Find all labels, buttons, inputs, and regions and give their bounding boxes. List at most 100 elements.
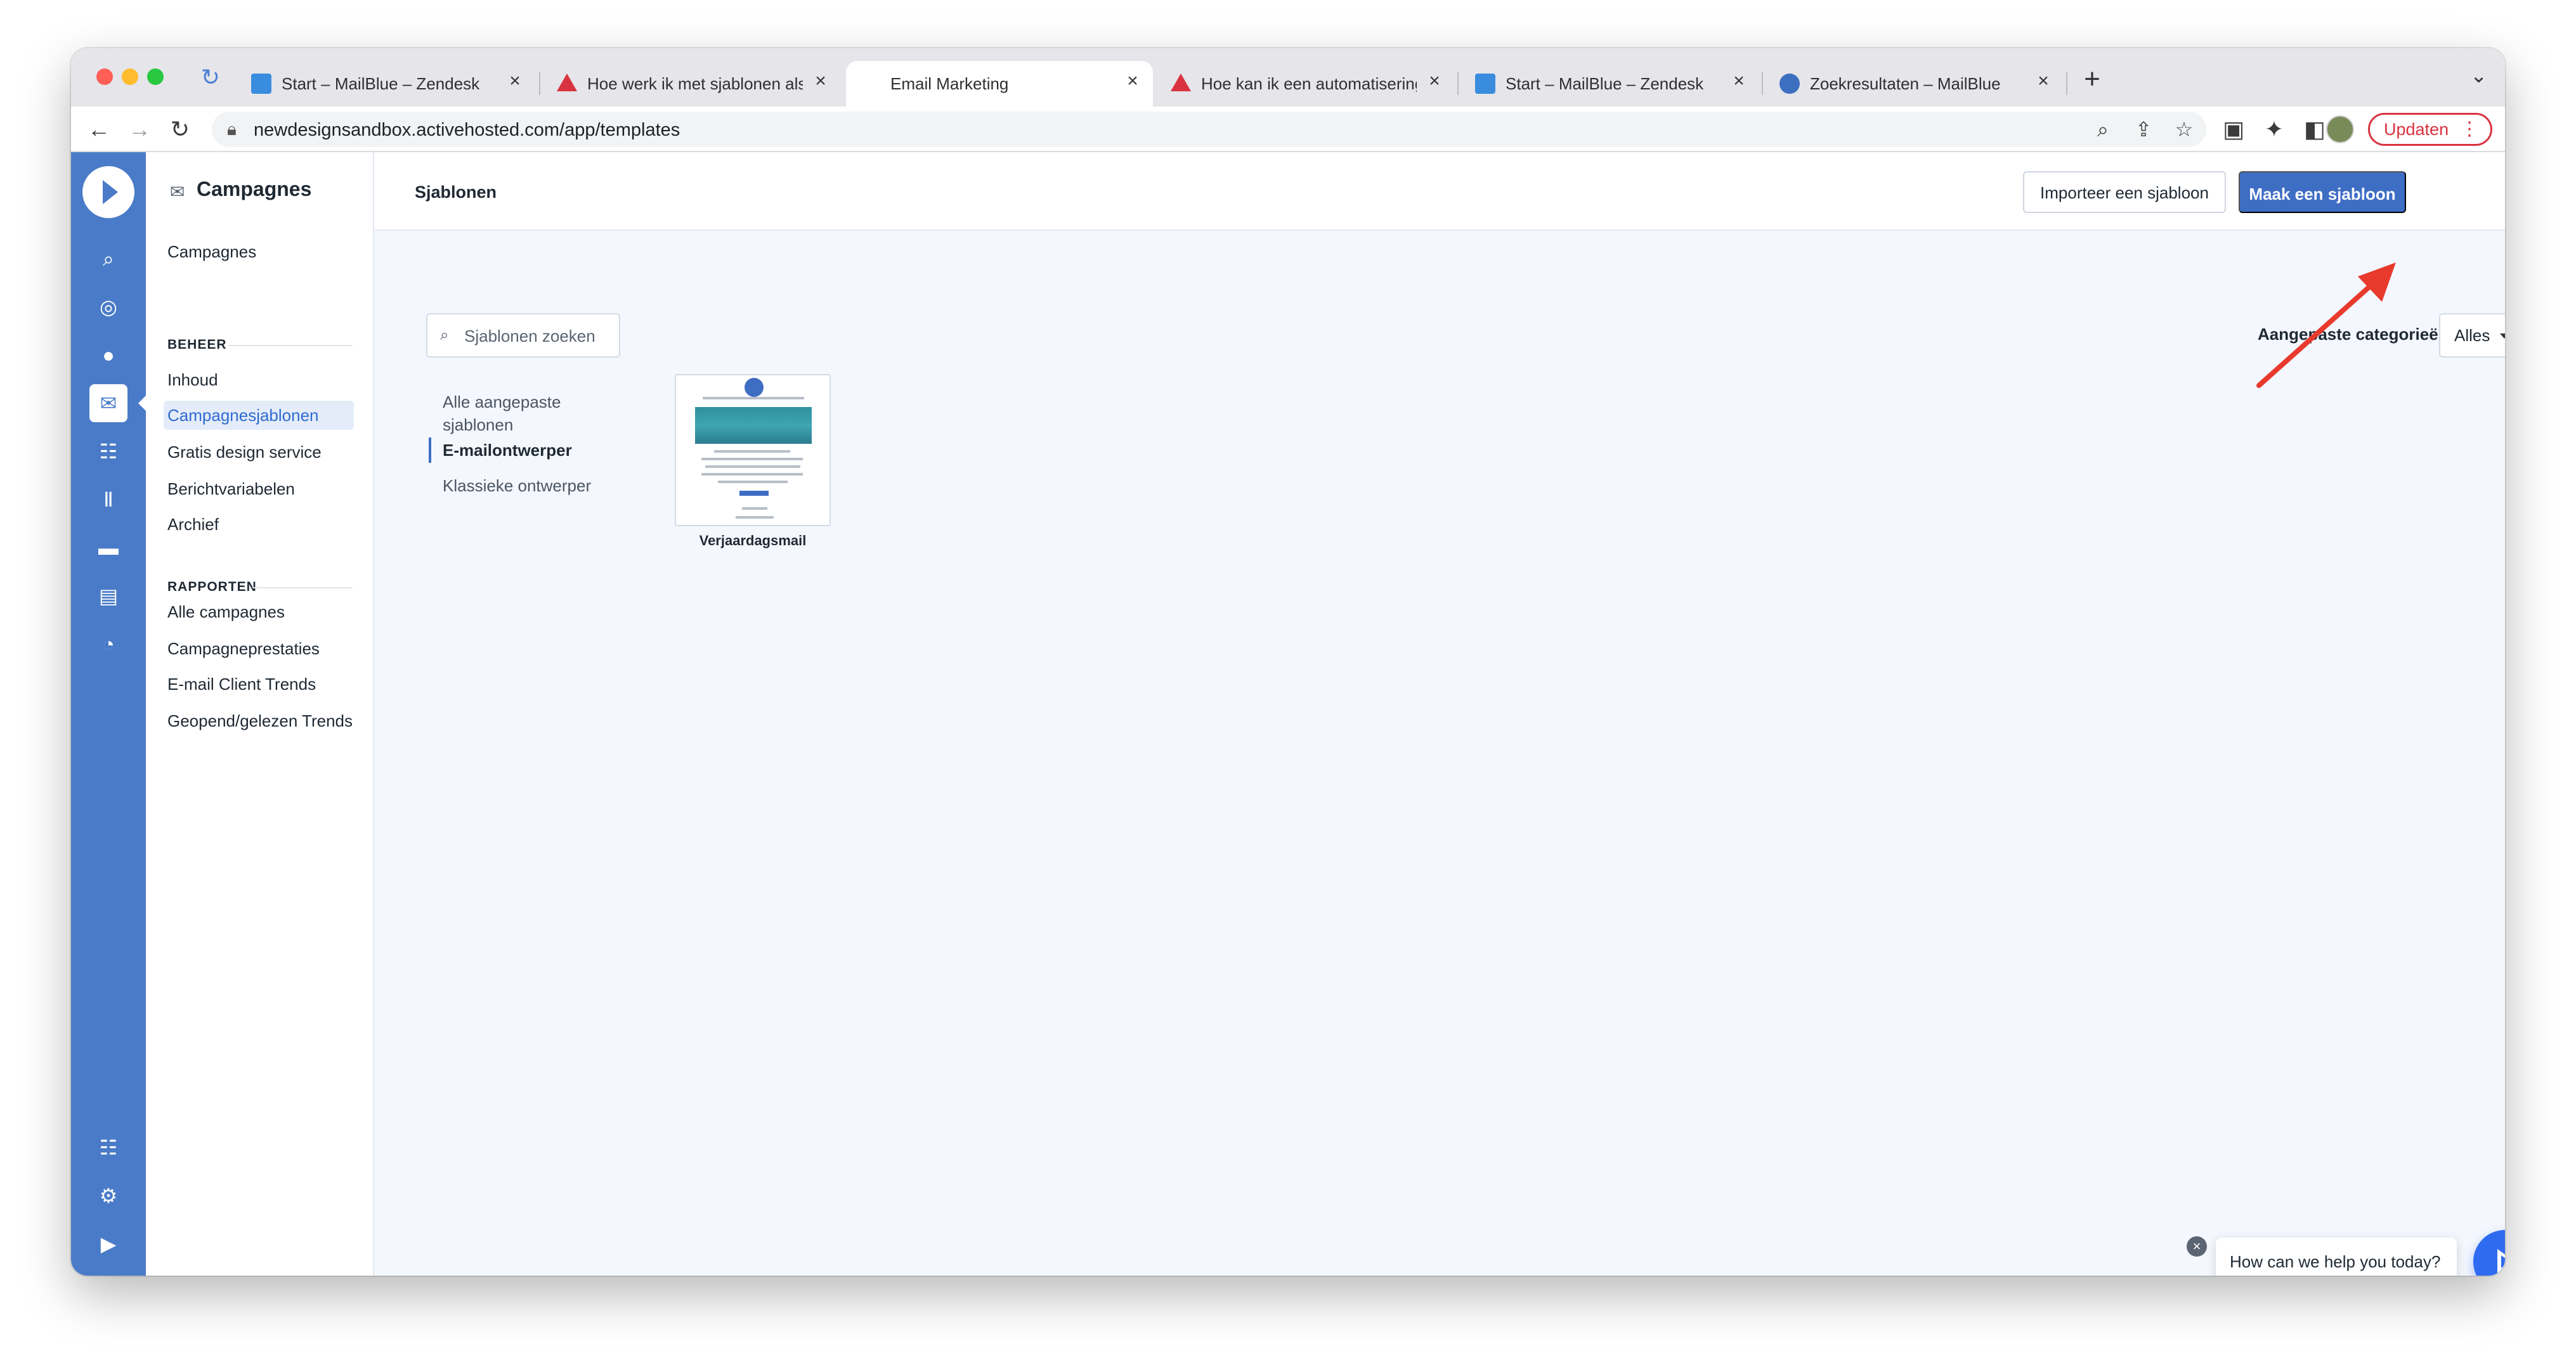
template-name: Verjaardagsmail: [699, 533, 807, 548]
close-window-button[interactable]: [96, 68, 113, 85]
tab-title: Zoekresultaten – MailBlue: [1810, 74, 2001, 93]
envelope-icon: ✉: [170, 182, 185, 202]
tab-sjablonen-help[interactable]: Hoe werk ik met sjablonen als ×: [543, 61, 841, 107]
divider: [228, 345, 353, 346]
template-thumbnail-image: [695, 407, 812, 444]
url-text: newdesignsandbox.activehosted.com/app/te…: [254, 120, 680, 140]
page-header: Sjablonen Importeer een sjabloon Maak ee…: [374, 152, 2505, 231]
chat-close-icon[interactable]: ×: [2187, 1236, 2207, 1257]
help-icon[interactable]: ▶: [89, 1225, 127, 1263]
subnav-item-campagneprestaties[interactable]: Campagneprestaties: [167, 634, 358, 663]
filter-email-designer[interactable]: E-mailontwerper: [443, 439, 608, 462]
tab-strip: ↻ Start – MailBlue – Zendesk × Hoe werk …: [71, 48, 2505, 107]
tab-title: Email Marketing: [890, 74, 1009, 93]
templates-main: Sjablonen Importeer een sjabloon Maak ee…: [374, 152, 2505, 1276]
share-icon[interactable]: ⇪: [2130, 115, 2157, 143]
conversations-icon[interactable]: ▬: [89, 529, 127, 567]
extension-refresh-icon[interactable]: ↻: [198, 65, 223, 90]
reload-icon[interactable]: ↻: [165, 114, 195, 145]
lock-icon: 🔒︎: [227, 119, 237, 139]
campaigns-subnav: ✉ Campagnes Campagnes BEHEER Inhoud Camp…: [146, 152, 374, 1276]
campaigns-icon[interactable]: ✉: [89, 384, 127, 422]
back-arrow-icon[interactable]: ←: [84, 114, 114, 145]
search-icon[interactable]: ⌕: [89, 240, 127, 278]
zendesk-icon: [251, 74, 271, 94]
tab-title: Start – MailBlue – Zendesk: [282, 74, 480, 93]
zoom-icon[interactable]: ⌕: [2089, 115, 2117, 143]
app-rail: ⌕ ◎ ● ✉ ☷ Ⅱ ▬ ▤ ◔ ☷ ⚙ ▶: [71, 152, 147, 1276]
subnav-item-geopend-gelezen-trends[interactable]: Geopend/gelezen Trends: [167, 706, 358, 735]
automations-icon[interactable]: ☷: [89, 432, 127, 470]
close-icon[interactable]: ×: [1122, 71, 1143, 91]
section-label-rapporten: RAPPORTEN: [167, 579, 257, 594]
bookmark-star-icon[interactable]: ☆: [2170, 115, 2198, 143]
tab-zendesk-start-2[interactable]: Start – MailBlue – Zendesk ×: [1461, 61, 1759, 107]
subnav-header: ✉ Campagnes: [146, 152, 373, 223]
subnav-item-email-client-trends[interactable]: E-mail Client Trends: [167, 670, 358, 699]
warning-triangle-icon: [1171, 74, 1191, 91]
create-template-button[interactable]: Maak een sjabloon: [2239, 171, 2406, 213]
extension-badge-icon[interactable]: ▣: [2218, 114, 2249, 145]
mailblue-logo[interactable]: [82, 166, 134, 218]
tab-title: Hoe kan ik een automatisering: [1201, 74, 1417, 93]
settings-icon[interactable]: ⚙: [89, 1177, 127, 1215]
subnav-item-campagnesjablonen[interactable]: Campagnesjablonen: [164, 401, 354, 430]
subnav-item-gratis-design-service[interactable]: Gratis design service: [167, 437, 358, 467]
category-value: Alles: [2454, 326, 2490, 345]
caret-down-icon: [2500, 333, 2505, 339]
website-icon[interactable]: ▤: [89, 577, 127, 615]
search-input[interactable]: [463, 323, 615, 349]
template-search[interactable]: ⌕: [426, 313, 620, 358]
tab-zendesk-start[interactable]: Start – MailBlue – Zendesk ×: [237, 61, 535, 107]
subnav-item-inhoud[interactable]: Inhoud: [167, 365, 358, 394]
address-toolbar: ← → ↻ 🔒︎ newdesignsandbox.activehosted.c…: [71, 107, 2505, 152]
category-select[interactable]: Alles: [2439, 313, 2505, 358]
maximize-window-button[interactable]: [147, 68, 164, 85]
close-icon[interactable]: ×: [2033, 71, 2053, 91]
forward-arrow-icon[interactable]: →: [124, 114, 155, 145]
subnav-title: Campagnes: [197, 178, 312, 200]
apps-icon[interactable]: ☷: [89, 1129, 127, 1167]
filter-all-custom-templates[interactable]: Alle aangepaste sjablonen: [443, 391, 608, 436]
import-template-button[interactable]: Importeer een sjabloon: [2023, 171, 2226, 213]
annotation-arrow: [2256, 262, 2396, 388]
close-icon[interactable]: ×: [1424, 71, 1445, 91]
puzzle-extensions-icon[interactable]: ✦: [2259, 114, 2289, 145]
warning-triangle-icon: [557, 74, 577, 91]
update-label: Updaten: [2384, 120, 2449, 139]
chevron-down-icon[interactable]: ⌄: [2470, 63, 2487, 87]
tab-title: Start – MailBlue – Zendesk: [1506, 74, 1704, 93]
reports-icon[interactable]: ◔: [89, 625, 127, 663]
active-filter-indicator: [429, 437, 431, 463]
divider: [252, 587, 353, 588]
contacts-icon[interactable]: ●: [89, 336, 127, 374]
lightbulb-icon[interactable]: ◎: [89, 288, 127, 326]
template-card[interactable]: [675, 374, 831, 526]
zendesk-icon: [1475, 74, 1495, 94]
address-bar[interactable]: 🔒︎ newdesignsandbox.activehosted.com/app…: [212, 112, 2206, 147]
page-title: Sjablonen: [415, 183, 497, 202]
filter-classic-designer[interactable]: Klassieke ontwerper: [443, 474, 608, 497]
subnav-item-berichtvariabelen[interactable]: Berichtvariabelen: [167, 474, 358, 503]
tab-automatisering-help[interactable]: Hoe kan ik een automatisering ×: [1157, 61, 1455, 107]
tab-title: Hoe werk ik met sjablonen als: [587, 74, 803, 93]
chat-launcher-button[interactable]: [2473, 1230, 2505, 1276]
minimize-window-button[interactable]: [122, 68, 138, 85]
browser-window: ↻ Start – MailBlue – Zendesk × Hoe werk …: [71, 48, 2505, 1276]
tab-email-marketing[interactable]: Email Marketing ×: [846, 61, 1153, 107]
chat-prompt[interactable]: How can we help you today?: [2216, 1238, 2457, 1276]
subnav-item-archief[interactable]: Archief: [167, 510, 358, 539]
close-icon[interactable]: ×: [1729, 71, 1749, 91]
section-label-beheer: BEHEER: [167, 337, 227, 352]
update-button[interactable]: Updaten ⋮: [2368, 113, 2492, 146]
subnav-item-alle-campagnes[interactable]: Alle campagnes: [167, 597, 358, 626]
subnav-item-campagnes[interactable]: Campagnes: [167, 237, 358, 266]
tab-zoekresultaten[interactable]: Zoekresultaten – MailBlue ×: [1766, 61, 2064, 107]
new-tab-button[interactable]: +: [2076, 63, 2108, 95]
close-icon[interactable]: ×: [810, 71, 831, 91]
close-icon[interactable]: ×: [505, 71, 525, 91]
deals-icon[interactable]: Ⅱ: [89, 481, 127, 519]
mailblue-icon: [1779, 74, 1800, 94]
side-panel-icon[interactable]: ◧: [2300, 114, 2330, 145]
profile-avatar[interactable]: [2326, 115, 2354, 143]
